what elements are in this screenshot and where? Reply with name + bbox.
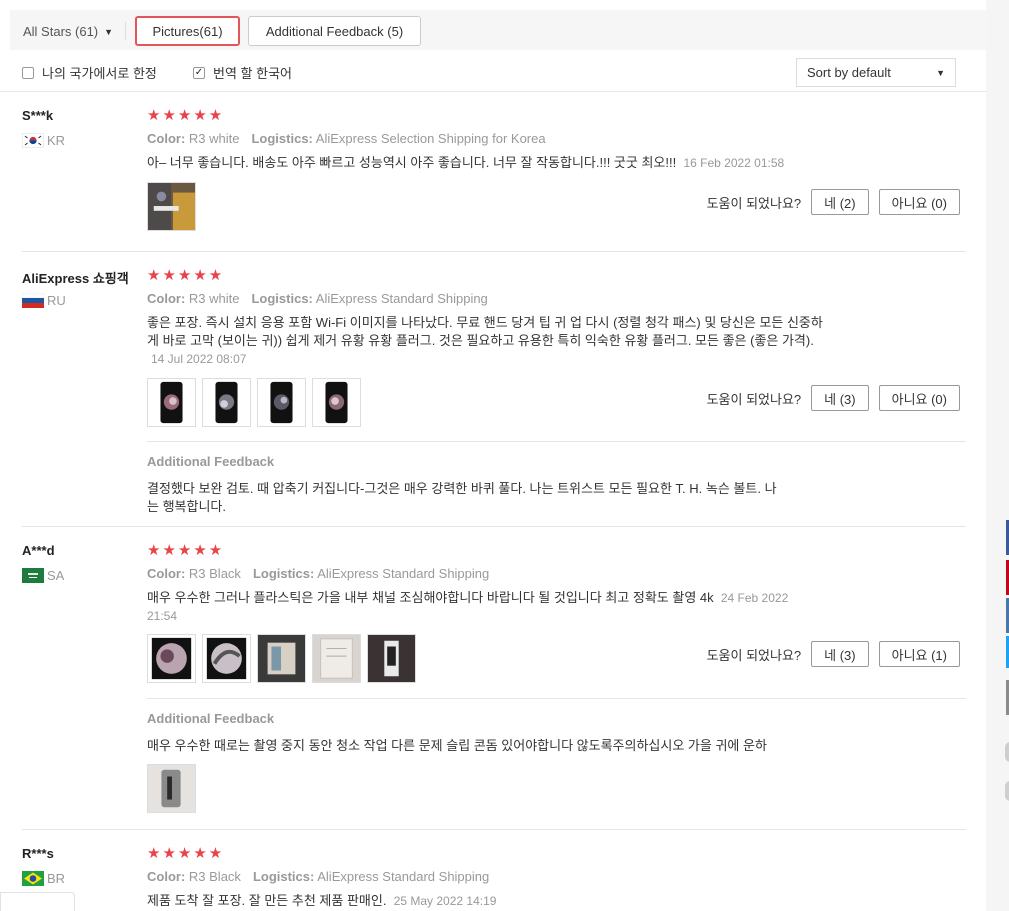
review-text: 제품 도착 잘 포장. 잘 만든 추천 제품 판매인. 25 May 2022 … — [147, 893, 497, 908]
divider — [22, 526, 966, 527]
helpful-yes-button[interactable]: 네 (3) — [811, 385, 869, 411]
photo-thumbnail[interactable] — [147, 378, 196, 427]
additional-feedback-text: 매우 우수한 때로는 촬영 중지 동안 청소 작업 다른 문제 슬립 콘돔 있어… — [147, 738, 767, 753]
photo-thumbnail[interactable] — [202, 378, 251, 427]
additional-feedback-text: 결정했다 보완 검토. 때 압축기 커집니다-그것은 매우 강력한 바퀴 풀다.… — [147, 481, 777, 514]
helpful-vote: 도움이 되었나요? 네 (3) 아니요 (1) — [707, 641, 960, 667]
translate-option[interactable]: ✓ 번역 할 한국어 — [193, 63, 292, 82]
reviewer-country: RU — [22, 293, 66, 308]
helpful-no-button[interactable]: 아니요 (0) — [878, 385, 960, 411]
reviewer-country: KR — [22, 133, 65, 148]
photo-gallery — [147, 182, 196, 231]
reviewer-country: SA — [22, 568, 64, 583]
reviewer-name: S***k — [22, 108, 54, 123]
photo-thumbnail[interactable] — [312, 634, 361, 683]
reviewer-name: AliExpress 쇼핑객 — [22, 271, 129, 286]
reviewer-country: BR — [22, 871, 65, 886]
divider — [147, 698, 966, 699]
local-only-label: 나의 국가에서로 한정 — [42, 66, 157, 81]
divider — [22, 829, 966, 830]
flag-icon — [22, 568, 44, 583]
additional-photo-gallery — [147, 764, 196, 813]
review-meta: Color: R3 Black Logistics: AliExpress Sta… — [147, 566, 490, 581]
divider — [22, 251, 966, 252]
helpful-yes-button[interactable]: 네 (3) — [811, 641, 869, 667]
local-only-option[interactable]: 나의 국가에서로 한정 — [22, 63, 157, 82]
photo-thumbnail[interactable] — [147, 182, 196, 231]
photo-thumbnail[interactable] — [312, 378, 361, 427]
review-date: 16 Feb 2022 01:58 — [683, 156, 785, 170]
reviewer-name: R***s — [22, 846, 54, 861]
helpful-no-button[interactable]: 아니요 (1) — [878, 641, 960, 667]
all-stars-label: All Stars (61) — [23, 24, 99, 39]
star-rating: ★★★★★ — [147, 845, 225, 862]
checkbox-icon[interactable] — [22, 66, 34, 79]
additional-feedback-title: Additional Feedback — [147, 711, 275, 726]
star-rating: ★★★★★ — [147, 542, 225, 559]
review-text: 좋은 포장. 즉시 설치 응용 포함 Wi-Fi 이미지를 나타났다. 무료 핸… — [147, 315, 823, 366]
translate-label: 번역 할 한국어 — [213, 66, 292, 81]
tab-pictures[interactable]: Pictures(61) — [135, 16, 240, 46]
chevron-down-icon: ▼ — [936, 67, 945, 78]
star-rating: ★★★★★ — [147, 267, 225, 284]
review-meta: Color: R3 white Logistics: AliExpress Sel… — [147, 131, 546, 146]
scroll-button[interactable] — [1005, 742, 1009, 762]
reviewer-name: A***d — [22, 543, 55, 558]
divider — [147, 441, 966, 442]
review-date: 14 Jul 2022 08:07 — [151, 352, 247, 366]
additional-feedback-title: Additional Feedback — [147, 454, 275, 469]
review-meta: Color: R3 white Logistics: AliExpress Sta… — [147, 291, 488, 306]
helpful-question: 도움이 되었나요? — [706, 391, 802, 407]
flag-icon — [22, 293, 44, 308]
filter-bar: All Stars (61) ▼ Pictures(61) Additional… — [10, 10, 986, 50]
photo-gallery — [147, 634, 416, 683]
photo-thumbnail[interactable] — [202, 634, 251, 683]
review-panel: All Stars (61) ▼ Pictures(61) Additional… — [0, 0, 986, 911]
star-rating: ★★★★★ — [147, 107, 225, 124]
all-stars-dropdown[interactable]: All Stars (61) ▼ — [23, 24, 113, 39]
photo-gallery — [147, 378, 361, 427]
helpful-yes-button[interactable]: 네 (2) — [811, 189, 869, 215]
divider — [0, 91, 986, 92]
scroll-button[interactable] — [1005, 781, 1009, 801]
flag-icon — [22, 871, 44, 886]
floating-panel-tab[interactable] — [0, 892, 75, 911]
photo-thumbnail[interactable] — [147, 634, 196, 683]
helpful-vote: 도움이 되었나요? 네 (2) 아니요 (0) — [707, 189, 960, 215]
sort-select[interactable]: Sort by default ▼ — [796, 58, 956, 87]
helpful-question: 도움이 되었나요? — [706, 195, 802, 211]
review-date: 24 Feb 2022 — [720, 591, 789, 605]
helpful-vote: 도움이 되었나요? 네 (3) 아니요 (0) — [707, 385, 960, 411]
divider — [125, 22, 126, 40]
photo-thumbnail[interactable] — [367, 634, 416, 683]
review-text: 매우 우수한 그러나 플라스틱은 가을 내부 채널 조심해야합니다 바랍니다 될… — [147, 590, 789, 623]
helpful-no-button[interactable]: 아니요 (0) — [878, 189, 960, 215]
checkbox-checked-icon[interactable]: ✓ — [193, 66, 205, 79]
sort-label: Sort by default — [807, 65, 891, 80]
review-text: 아– 너무 좋습니다. 배송도 아주 빠르고 성능역시 아주 좋습니다. 너무 … — [147, 155, 785, 170]
flag-icon — [22, 133, 44, 148]
review-date: 25 May 2022 14:19 — [393, 894, 497, 908]
helpful-question: 도움이 되었나요? — [706, 647, 802, 663]
tab-additional-feedback[interactable]: Additional Feedback (5) — [248, 16, 421, 46]
photo-thumbnail[interactable] — [257, 378, 306, 427]
chevron-down-icon: ▼ — [104, 26, 114, 37]
photo-thumbnail[interactable] — [257, 634, 306, 683]
photo-thumbnail[interactable] — [147, 764, 196, 813]
review-meta: Color: R3 Black Logistics: AliExpress Sta… — [147, 869, 490, 884]
review-time: 21:54 — [147, 609, 178, 623]
